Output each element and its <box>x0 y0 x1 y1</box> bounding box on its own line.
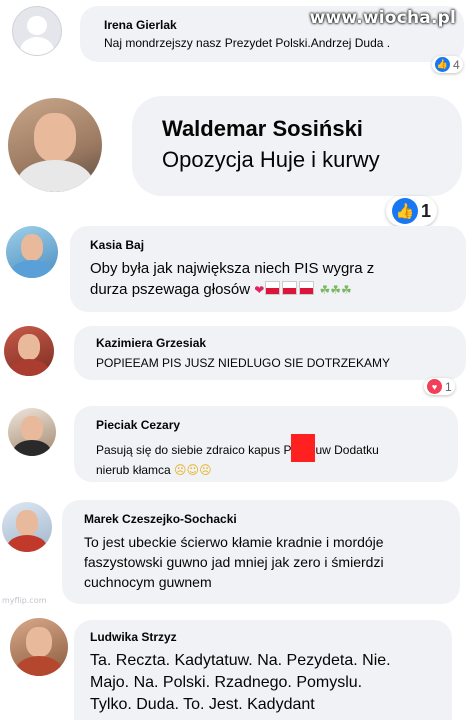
comment-text-line: nierub kłamca ☹☺☹ <box>96 462 446 479</box>
reaction-badge[interactable]: 👍 4 <box>432 56 463 73</box>
like-icon: 👍 <box>392 198 418 224</box>
comment-bubble: Waldemar Sosiński Opozycja Huje i kurwy <box>132 96 462 196</box>
comment-author[interactable]: Kazimiera Grzesiak <box>96 336 454 350</box>
poland-flag-icon <box>282 281 298 295</box>
comment-text: uw Dodatku <box>315 443 379 457</box>
watermark-small: myflip.com <box>2 596 47 605</box>
poland-flag-icon <box>265 281 281 295</box>
reaction-count: 1 <box>445 379 452 394</box>
comment-bubble: Kazimiera Grzesiak POPIEEAM PIS JUSZ NIE… <box>74 326 466 380</box>
comment-text-line: To jest ubeckie ścierwo kłamie kradnie i… <box>84 534 384 550</box>
reaction-badge[interactable]: ♥ 1 <box>424 378 455 395</box>
avatar[interactable] <box>6 226 58 278</box>
comment-text: Opozycja Huje i kurwy <box>162 147 380 172</box>
comment-text: durza pszewaga głosów <box>90 281 251 298</box>
comment-text: POPIEEAM PIS JUSZ NIEDLUGO SIE DOTRZEKAM… <box>96 356 391 370</box>
comment-author[interactable]: Waldemar Sosiński <box>162 116 450 142</box>
like-icon: 👍 <box>435 57 450 72</box>
emoji-icon: ☹☺☹ <box>174 463 212 477</box>
reaction-count: 4 <box>453 57 460 72</box>
comment-text-line: Ta. Reczta. Kadytatuw. Na. Pezydeta. Nie… <box>90 652 391 669</box>
heart-emoji: ❤ <box>254 283 265 297</box>
avatar[interactable] <box>4 326 54 376</box>
comment-text-line: Pasują się do siebie zdraico kapus P uw D… <box>96 434 446 462</box>
comment-author[interactable]: Pieciak Cezary <box>96 418 446 432</box>
comment-author[interactable]: Kasia Baj <box>90 238 454 252</box>
comment-text-line: durza pszewaga głosów ❤ ☘☘☘ <box>90 279 454 301</box>
comment-text-line: Tylko. Duda. To. Jest. Kadydant <box>90 696 315 713</box>
comment-text: Pasują się do siebie zdraico kapus P <box>96 443 292 457</box>
reaction-count: 1 <box>421 200 432 221</box>
comment-bubble: Pieciak Cezary Pasują się do siebie zdra… <box>74 406 458 482</box>
comment-author[interactable]: Marek Czeszejko-Sochacki <box>84 512 448 526</box>
comment-text: Naj mondrzejszy nasz Prezydet Polski.And… <box>104 36 391 50</box>
comment-text-line: cuchnocym guwnem <box>84 574 212 590</box>
love-icon: ♥ <box>427 379 442 394</box>
avatar[interactable] <box>8 408 56 456</box>
comment-bubble: Marek Czeszejko-Sochacki To jest ubeckie… <box>62 500 460 604</box>
avatar[interactable] <box>8 98 102 192</box>
comment-text-line: faszystowski guwno jad mniej jak zero i … <box>84 554 384 570</box>
clover-icon: ☘☘☘ <box>319 283 352 297</box>
comment-bubble: Ludwika Strzyz Ta. Reczta. Kadytatuw. Na… <box>74 620 452 720</box>
comment-text-line: Oby była jak największa niech PIS wygra … <box>90 260 375 277</box>
redaction-box <box>291 434 316 462</box>
avatar[interactable] <box>12 6 62 56</box>
comment-bubble: Kasia Baj Oby była jak największa niech … <box>70 226 466 312</box>
comment-text-line: Majo. Na. Polski. Rzadnego. Pomyslu. <box>90 674 363 691</box>
watermark: www.wiocha.pl <box>309 8 456 28</box>
reaction-badge[interactable]: 👍 1 <box>386 196 438 226</box>
poland-flag-icon <box>299 281 315 295</box>
comment-author[interactable]: Ludwika Strzyz <box>90 630 440 644</box>
avatar[interactable] <box>2 502 52 552</box>
comment-text: nierub kłamca <box>96 463 171 477</box>
avatar[interactable] <box>10 618 68 676</box>
